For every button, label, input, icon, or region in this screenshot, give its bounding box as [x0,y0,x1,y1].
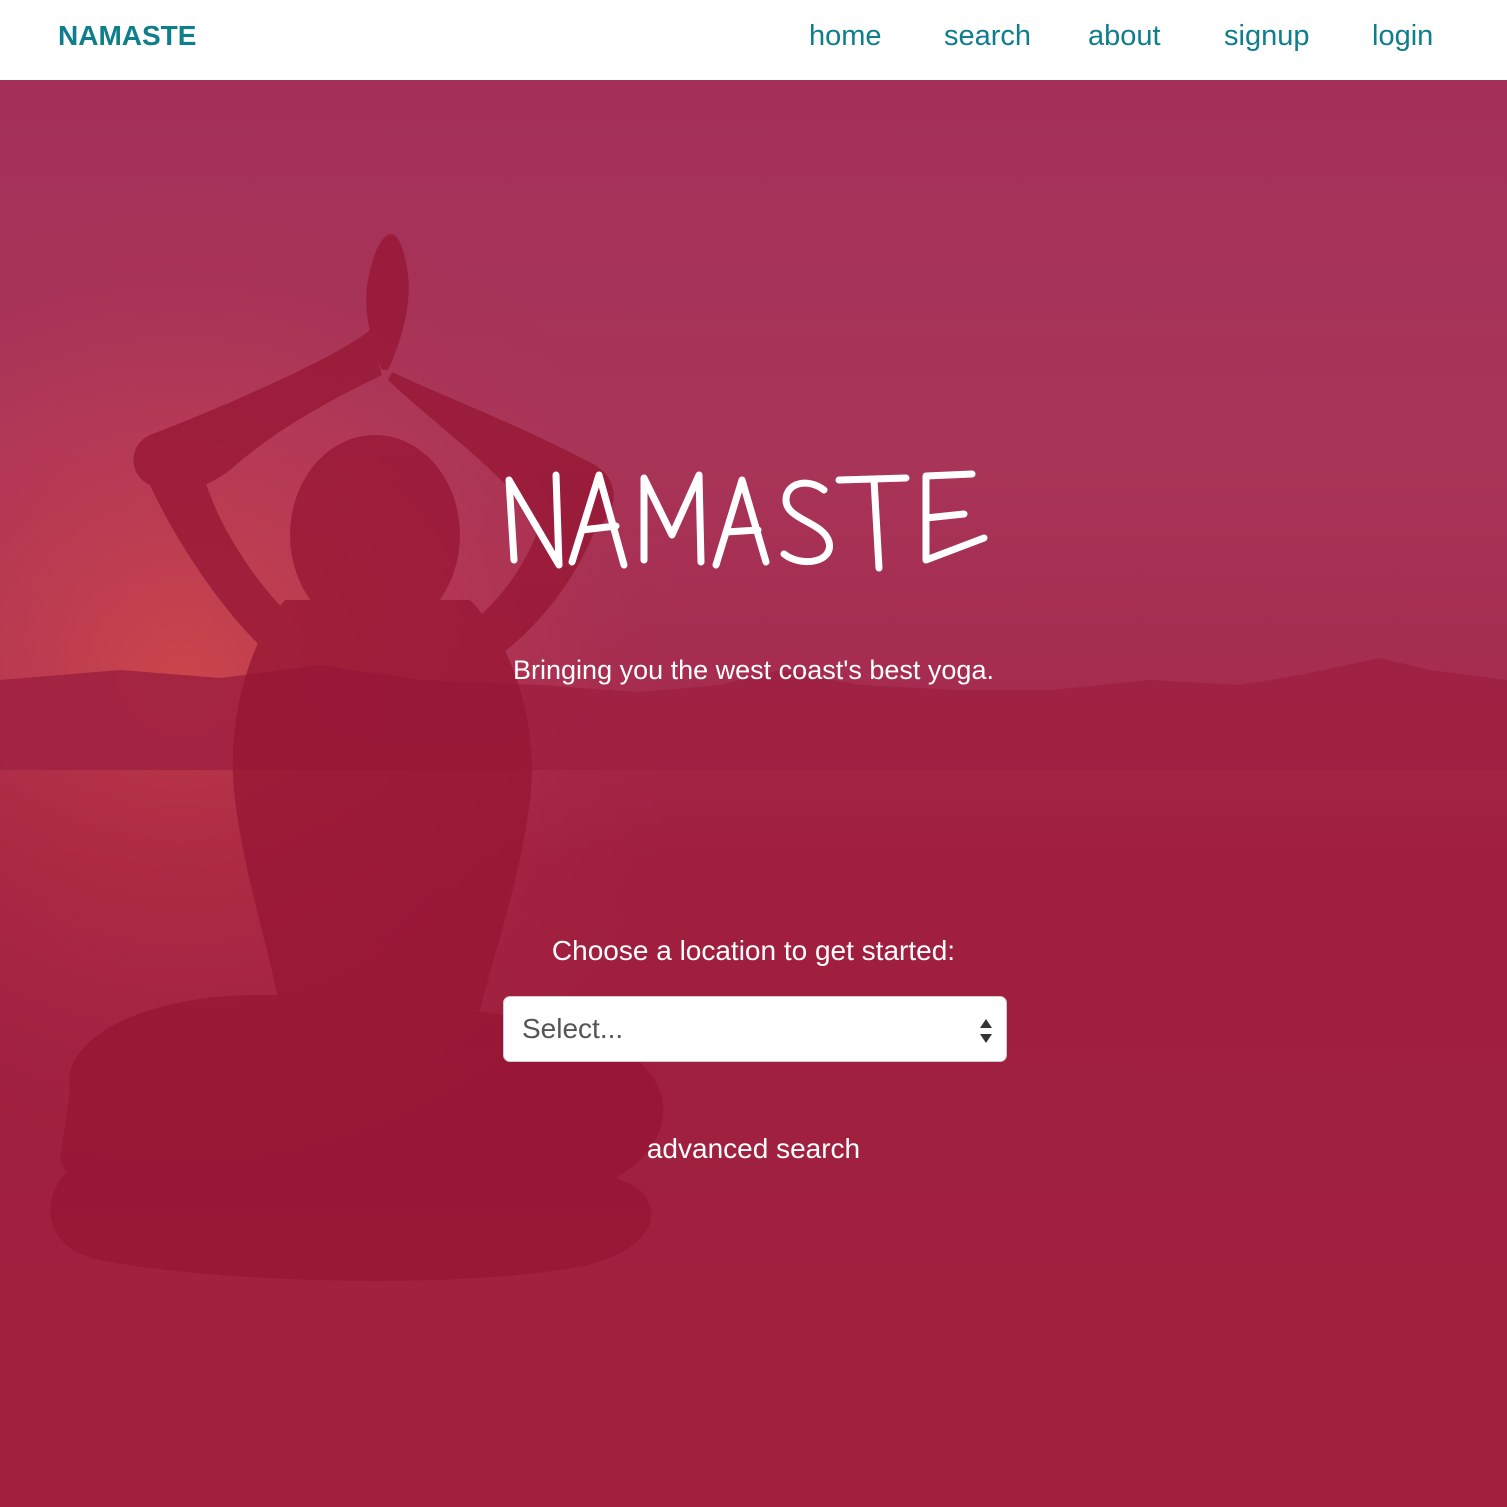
location-select-value: Select... [522,1013,624,1044]
nav-link-login[interactable]: login [1372,20,1433,53]
top-navbar: NAMASTE home search about signup login [0,0,1507,80]
hero-section: Bringing you the west coast's best yoga.… [0,80,1507,1507]
nav-link-about[interactable]: about [1088,20,1161,53]
namaste-handwritten-logo [505,470,987,572]
nav-link-search[interactable]: search [944,20,1031,53]
hero-background-image [0,80,1507,1507]
hero-tagline: Bringing you the west coast's best yoga. [513,655,994,685]
advanced-search-link[interactable]: advanced search [0,1133,1507,1165]
up-down-arrows-icon [980,1019,992,1043]
nav-link-home[interactable]: home [809,20,882,53]
location-select[interactable]: Select... [503,996,1007,1062]
nav-link-signup[interactable]: signup [1224,20,1309,53]
hero-title [0,450,1507,605]
brand-logo-link[interactable]: NAMASTE [58,20,196,52]
location-prompt-label: Choose a location to get started: [551,935,956,966]
